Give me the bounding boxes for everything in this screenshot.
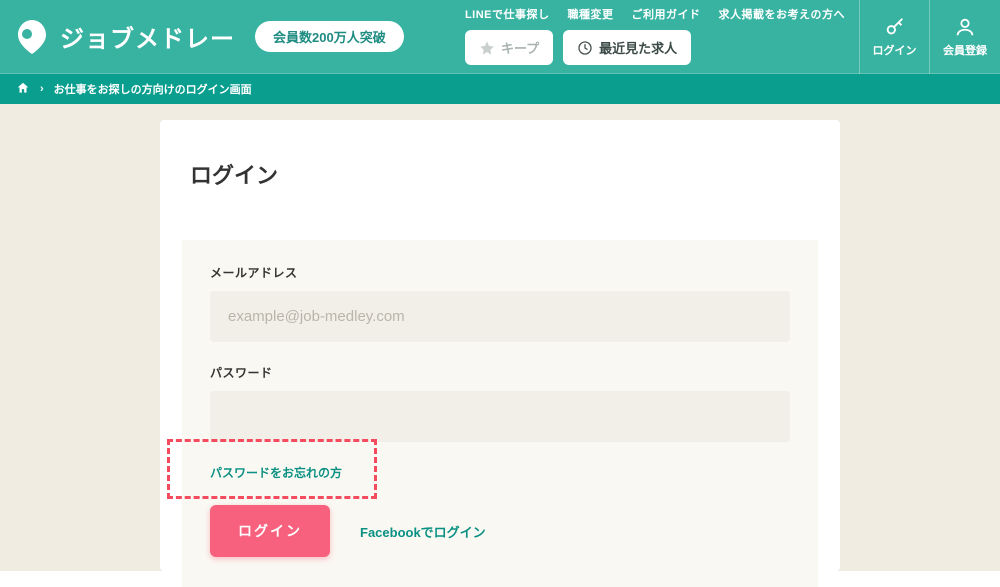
password-field[interactable] — [210, 391, 790, 442]
clock-icon — [577, 40, 593, 56]
email-label: メールアドレス — [210, 264, 790, 281]
nav-employers[interactable]: 求人掲載をお考えの方へ — [719, 6, 846, 22]
keep-button[interactable]: キープ — [465, 30, 553, 65]
login-form: メールアドレス パスワード パスワードをお忘れの方 ログイン Facebookで… — [182, 240, 818, 587]
brand-name: ジョブメドレー — [60, 19, 235, 54]
member-count-badge: 会員数200万人突破 — [255, 21, 404, 52]
nav-line-search[interactable]: LINEで仕事探し — [465, 6, 550, 22]
login-card: ログイン メールアドレス パスワード パスワードをお忘れの方 ログイン Face… — [160, 120, 840, 571]
breadcrumb-separator: › — [40, 83, 44, 95]
auth-buttons: ログイン 会員登録 — [859, 0, 1000, 74]
keep-label: キープ — [501, 38, 539, 57]
login-nav-button[interactable]: ログイン — [860, 0, 930, 74]
logo-icon — [12, 17, 52, 57]
nav-job-change[interactable]: 職種変更 — [568, 6, 614, 22]
forgot-password-link[interactable]: パスワードをお忘れの方 — [210, 464, 342, 481]
facebook-login-link[interactable]: Facebookでログイン — [360, 522, 486, 541]
user-icon — [954, 16, 976, 38]
header-actions: キープ 最近見た求人 — [465, 22, 859, 65]
nav-guide[interactable]: ご利用ガイド — [632, 6, 701, 22]
login-submit-button[interactable]: ログイン — [210, 505, 330, 557]
logo[interactable]: ジョブメドレー — [12, 17, 235, 57]
home-icon — [16, 81, 30, 95]
login-nav-label: ログイン — [873, 42, 917, 58]
star-icon — [479, 40, 495, 56]
button-row: ログイン Facebookでログイン — [210, 505, 790, 557]
breadcrumb: › お仕事をお探しの方向けのログイン画面 — [0, 74, 1000, 104]
breadcrumb-current: お仕事をお探しの方向けのログイン画面 — [54, 81, 252, 97]
breadcrumb-home[interactable] — [16, 81, 30, 98]
recent-jobs-button[interactable]: 最近見た求人 — [563, 30, 691, 65]
password-label: パスワード — [210, 364, 790, 381]
key-icon — [884, 16, 906, 38]
header-right: LINEで仕事探し 職種変更 ご利用ガイド 求人掲載をお考えの方へ キープ 最近… — [465, 0, 859, 73]
top-nav: LINEで仕事探し 職種変更 ご利用ガイド 求人掲載をお考えの方へ — [465, 0, 859, 22]
main: ログイン メールアドレス パスワード パスワードをお忘れの方 ログイン Face… — [0, 104, 1000, 571]
header-left: ジョブメドレー 会員数200万人突破 — [0, 0, 465, 73]
recent-label: 最近見た求人 — [599, 38, 677, 57]
register-nav-button[interactable]: 会員登録 — [930, 0, 1000, 74]
register-nav-label: 会員登録 — [943, 42, 987, 58]
email-field[interactable] — [210, 291, 790, 342]
page-title: ログイン — [160, 120, 840, 220]
header: ジョブメドレー 会員数200万人突破 LINEで仕事探し 職種変更 ご利用ガイド… — [0, 0, 1000, 74]
